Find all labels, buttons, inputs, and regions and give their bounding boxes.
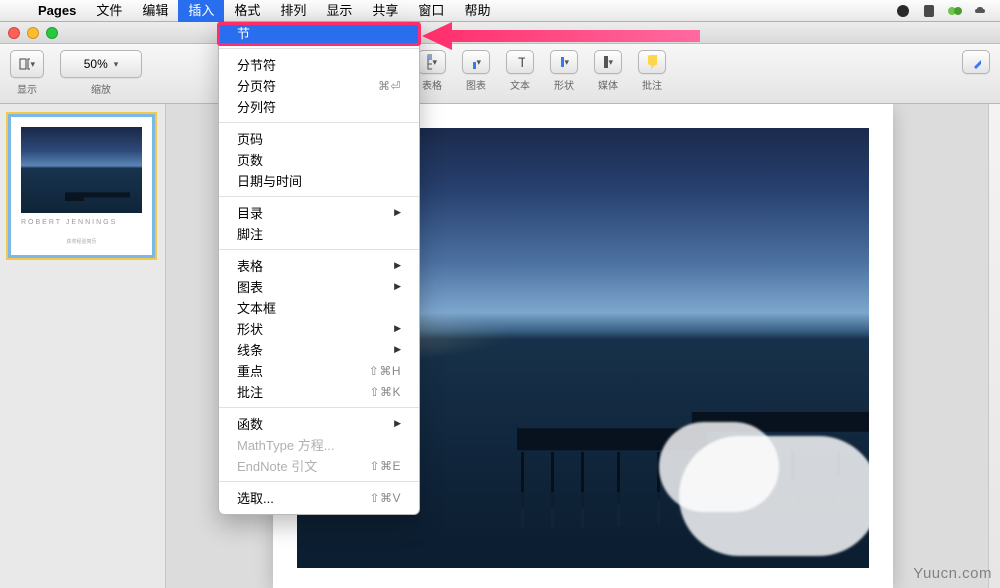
view-icon (19, 57, 30, 71)
zoom-select[interactable]: 50% ▾ (60, 50, 142, 78)
zoom-label: 缩放 (91, 81, 111, 96)
menu-help[interactable]: 帮助 (454, 0, 500, 22)
comment-group: 批注 (638, 50, 666, 92)
menu-item-function[interactable]: 函数 (219, 413, 419, 434)
menu-item-date-time[interactable]: 日期与时间 (219, 170, 419, 191)
zoom-window-button[interactable] (46, 27, 58, 39)
menu-view[interactable]: 显示 (316, 0, 362, 22)
view-label: 显示 (17, 81, 37, 96)
menu-item-chart[interactable]: 图表 (219, 276, 419, 297)
thumbnail-title: ROBERT JENNINGS (21, 219, 142, 226)
menu-item-page-number[interactable]: 页码 (219, 128, 419, 149)
menu-item-page-break[interactable]: 分页符⌘⏎ (219, 75, 419, 96)
menu-item-mathtype: MathType 方程... (219, 434, 419, 455)
view-button[interactable]: ▾ (10, 50, 44, 78)
svg-text:T: T (518, 54, 525, 70)
menubar: Pages 文件 编辑 插入 格式 排列 显示 共享 窗口 帮助 (0, 0, 1000, 22)
menu-item-page-count[interactable]: 页数 (219, 149, 419, 170)
thumbnail-preview-image (21, 127, 142, 213)
menu-item-highlight[interactable]: 重点⇧⌘H (219, 360, 419, 381)
zoom-group: 50% ▾ 缩放 (60, 50, 142, 96)
close-window-button[interactable] (8, 27, 20, 39)
inspector-group (962, 50, 990, 74)
menu-item-footnote[interactable]: 脚注 (219, 223, 419, 244)
menu-item-column-break[interactable]: 分列符 (219, 96, 419, 117)
menu-item-line[interactable]: 线条 (219, 339, 419, 360)
text-icon: T (515, 54, 525, 70)
menu-arrange[interactable]: 排列 (270, 0, 316, 22)
thumbnail-subtitle: 获奖经验简历 (21, 238, 142, 245)
menu-item-comment[interactable]: 批注⇧⌘K (219, 381, 419, 402)
table-group: ▾ 表格 (418, 50, 446, 92)
media-group: ♪ ▾ 媒体 (594, 50, 622, 92)
menu-insert[interactable]: 插入 (178, 0, 224, 22)
comment-icon (647, 54, 657, 70)
comment-button[interactable] (638, 50, 666, 74)
chart-button[interactable]: ▾ (462, 50, 490, 74)
media-button[interactable]: ♪ ▾ (594, 50, 622, 74)
window-titlebar (0, 22, 1000, 44)
sync-icon[interactable] (946, 2, 964, 20)
menu-item-table[interactable]: 表格 (219, 255, 419, 276)
watermark: Yuucn.com (913, 565, 992, 582)
toolbar: ▾ 显示 50% ▾ 缩放 ¶ 插入 ▾ 表格 ▾ 图表 T 文本 (0, 44, 1000, 104)
shape-group: ▾ 形状 (550, 50, 578, 92)
menu-item-section[interactable]: 节 (219, 22, 419, 43)
menu-window[interactable]: 窗口 (408, 0, 454, 22)
evernote-icon[interactable] (920, 2, 938, 20)
inspector-button[interactable] (962, 50, 990, 74)
text-button[interactable]: T (506, 50, 534, 74)
menu-edit[interactable]: 编辑 (132, 0, 178, 22)
page-thumbnail[interactable]: ROBERT JENNINGS 获奖经验简历 1 (6, 112, 157, 260)
page-thumbnails-sidebar: ROBERT JENNINGS 获奖经验简历 1 (0, 104, 166, 588)
zoom-value: 50% (84, 57, 108, 71)
menu-format[interactable]: 格式 (224, 0, 270, 22)
menu-file[interactable]: 文件 (86, 0, 132, 22)
shape-button[interactable]: ▾ (550, 50, 578, 74)
inspector-panel-edge (988, 104, 1000, 588)
chart-group: ▾ 图表 (462, 50, 490, 92)
menu-item-choose[interactable]: 选取...⇧⌘V (219, 487, 419, 508)
insert-menu-dropdown: 节 分节符 分页符⌘⏎ 分列符 页码 页数 日期与时间 目录 脚注 表格 图表 … (218, 22, 420, 515)
workspace: ROBERT JENNINGS 获奖经验简历 1 (0, 104, 1000, 588)
paintbrush-icon (971, 54, 981, 70)
menu-item-section-break[interactable]: 分节符 (219, 54, 419, 75)
app-name[interactable]: Pages (28, 3, 86, 18)
system-tray (894, 2, 1000, 20)
qq-icon[interactable] (894, 2, 912, 20)
minimize-window-button[interactable] (27, 27, 39, 39)
menu-item-textbox[interactable]: 文本框 (219, 297, 419, 318)
menu-item-endnote: EndNote 引文⇧⌘E (219, 455, 419, 476)
text-group: T 文本 (506, 50, 534, 92)
menu-share[interactable]: 共享 (362, 0, 408, 22)
page-number-label: 1 (14, 244, 20, 256)
view-button-group: ▾ 显示 (10, 50, 44, 96)
table-button[interactable]: ▾ (418, 50, 446, 74)
menu-item-shape[interactable]: 形状 (219, 318, 419, 339)
cloud-icon[interactable] (972, 2, 990, 20)
menu-item-toc[interactable]: 目录 (219, 202, 419, 223)
